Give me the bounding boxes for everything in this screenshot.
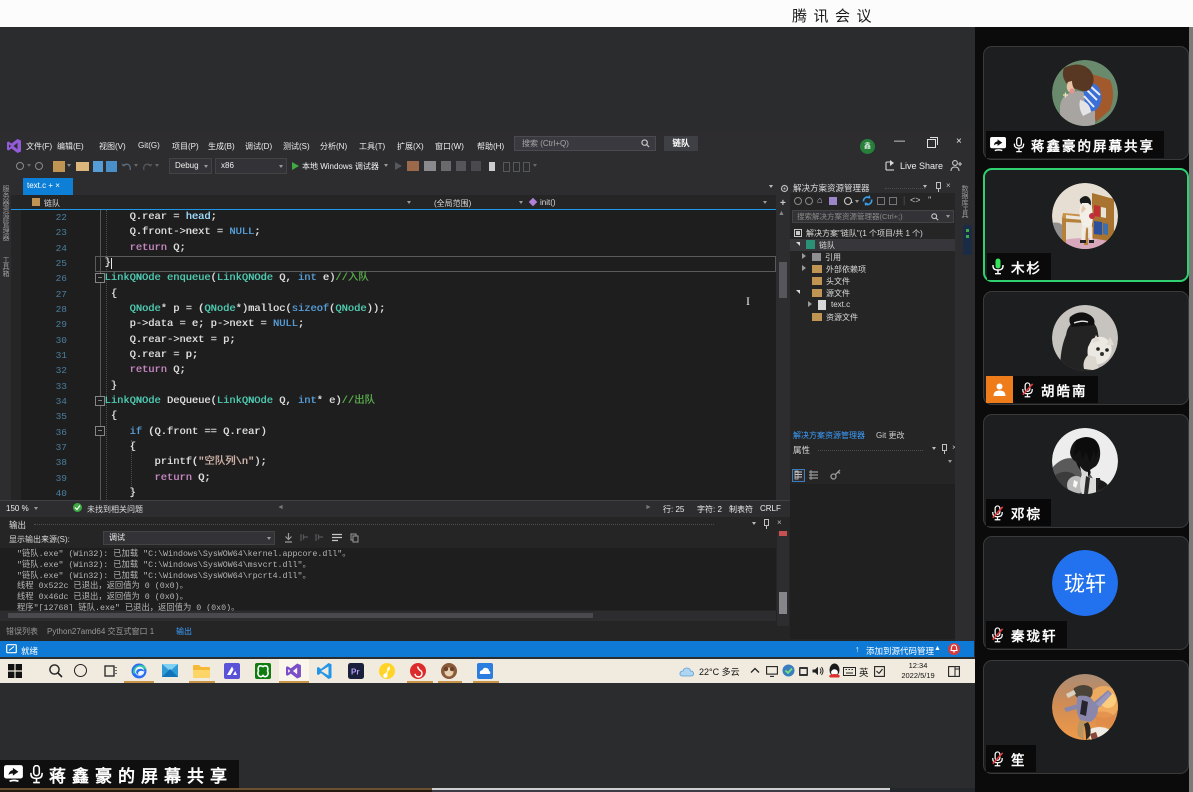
svg-text:Pr: Pr xyxy=(351,668,359,677)
svg-text:珑轩: 珑轩 xyxy=(1064,573,1106,596)
